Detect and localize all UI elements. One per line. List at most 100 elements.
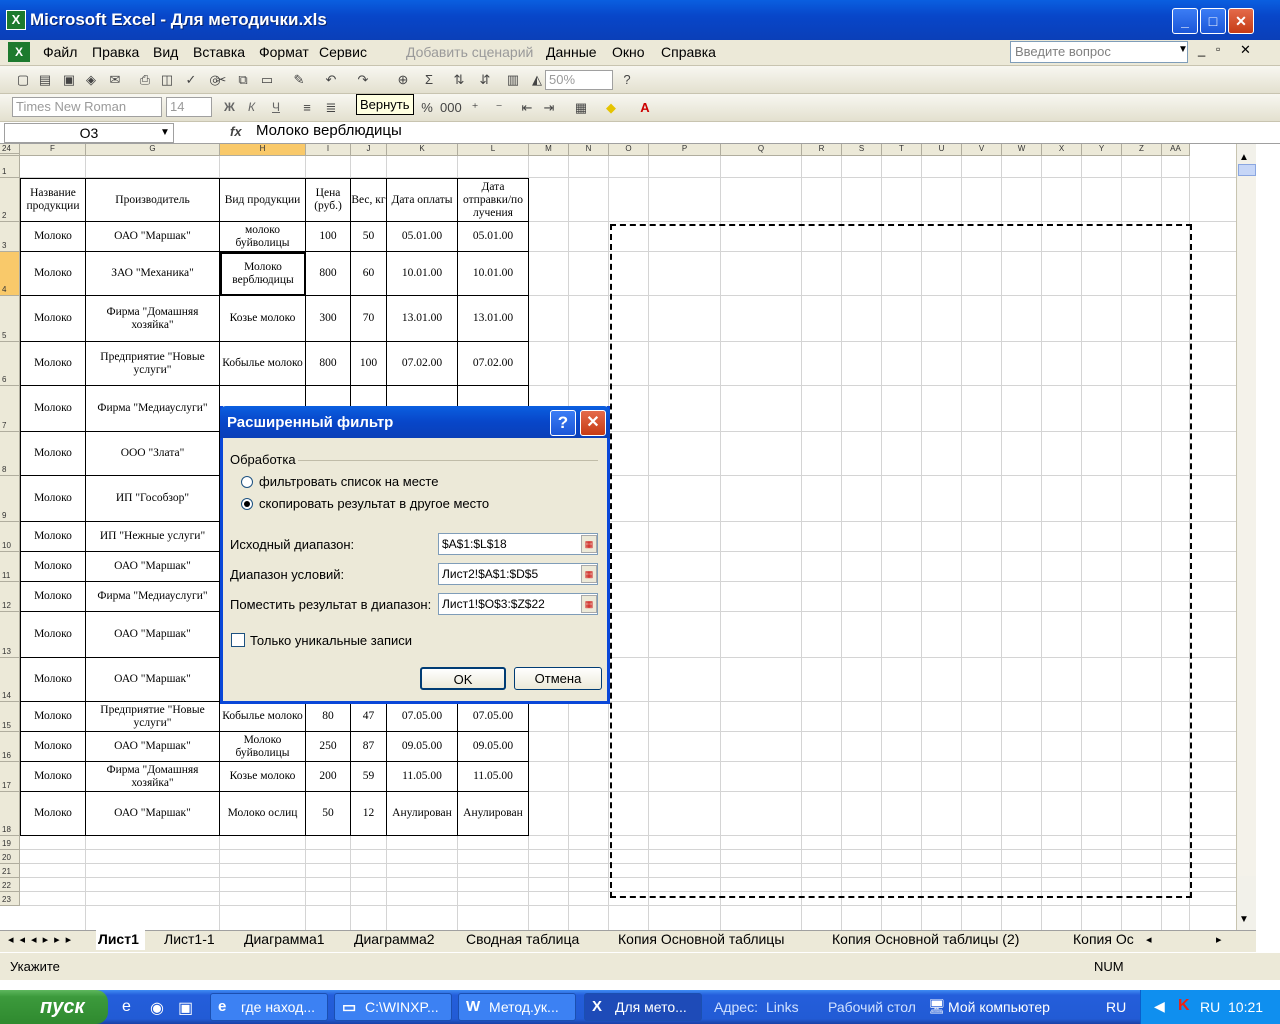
inc-indent-icon[interactable]: ⇥ <box>540 99 558 117</box>
print-icon[interactable]: ⎙ <box>136 71 154 89</box>
table-header-cell[interactable]: Дата оплаты <box>387 178 458 222</box>
table-cell[interactable]: Козье молоко <box>220 296 306 342</box>
radio1-label[interactable]: фильтровать список на месте <box>259 474 438 489</box>
row-header[interactable]: 12 <box>0 582 20 612</box>
table-cell[interactable]: Фирма "Медиауслуги" <box>86 582 220 612</box>
column-header[interactable]: K <box>387 144 458 156</box>
minimize-button[interactable]: _ <box>1172 8 1198 34</box>
table-cell[interactable]: 200 <box>306 762 351 792</box>
row-header[interactable]: 18 <box>0 792 20 836</box>
table-cell[interactable]: Молоко <box>20 522 86 552</box>
table-cell[interactable]: Молоко ослиц <box>220 792 306 836</box>
table-cell[interactable]: Фирма "Домашняя хозяйка" <box>86 762 220 792</box>
media-quicklaunch-icon[interactable]: ◉ <box>150 998 164 1018</box>
table-cell[interactable]: 11.05.00 <box>458 762 529 792</box>
table-cell[interactable]: 13.01.00 <box>458 296 529 342</box>
row-header[interactable]: 9 <box>0 476 20 522</box>
table-cell[interactable]: 50 <box>306 792 351 836</box>
row-header[interactable]: 14 <box>0 658 20 702</box>
column-header[interactable]: S <box>842 144 882 156</box>
ask-dropdown-icon[interactable]: ▼ <box>1178 44 1188 55</box>
row-header[interactable]: 15 <box>0 702 20 732</box>
table-header-cell[interactable]: Вид продукции <box>220 178 306 222</box>
column-header[interactable]: Y <box>1082 144 1122 156</box>
table-cell[interactable]: 250 <box>306 732 351 762</box>
row-header[interactable]: 7 <box>0 386 20 432</box>
title-bar[interactable]: X Microsoft Excel - Для методички.xls _ … <box>0 0 1280 40</box>
table-cell[interactable]: Молоко <box>20 386 86 432</box>
unique-records-label[interactable]: Только уникальные записи <box>250 633 412 648</box>
row-header[interactable]: 5 <box>0 296 20 342</box>
row-header[interactable]: 3 <box>0 222 20 252</box>
paste-icon[interactable]: ▭ <box>258 71 276 89</box>
dec-decimal-icon[interactable]: ⁻ <box>490 99 508 117</box>
table-cell[interactable]: Козье молоко <box>220 762 306 792</box>
links-toolbar[interactable]: Links <box>766 999 799 1015</box>
chart-icon[interactable]: ▥ <box>504 71 522 89</box>
tab-scroll-right-icon[interactable]: ▸ <box>1216 933 1222 946</box>
table-cell[interactable]: 05.01.00 <box>458 222 529 252</box>
menu-10[interactable]: Справка <box>661 44 716 60</box>
open-icon[interactable]: ▤ <box>36 71 54 89</box>
column-header[interactable]: U <box>922 144 962 156</box>
table-cell[interactable]: Молоко <box>20 476 86 522</box>
workbook-icon[interactable]: X <box>8 42 30 62</box>
desktop-toolbar[interactable]: Рабочий стол <box>828 999 916 1015</box>
column-header[interactable]: L <box>458 144 529 156</box>
new-icon[interactable]: ▢ <box>14 71 32 89</box>
table-cell[interactable]: ОАО "Маршак" <box>86 658 220 702</box>
volume-icon[interactable]: ◀ <box>1154 998 1165 1015</box>
font-combo[interactable]: Times New Roman <box>12 97 162 117</box>
cancel-button[interactable]: Отмена <box>514 667 602 690</box>
row-header[interactable]: 8 <box>0 432 20 476</box>
percent-icon[interactable]: % <box>418 99 436 117</box>
column-header[interactable]: O <box>609 144 649 156</box>
column-header[interactable]: P <box>649 144 721 156</box>
hyperlink-icon[interactable]: ⊕ <box>394 71 412 89</box>
row-header[interactable]: 22 <box>0 878 20 892</box>
tray-lang[interactable]: RU <box>1200 999 1220 1015</box>
sheet-tab[interactable]: Копия Ос <box>1073 930 1134 950</box>
row-header[interactable]: 16 <box>0 732 20 762</box>
table-cell[interactable]: Кобылье молоко <box>220 342 306 386</box>
column-header[interactable]: F <box>20 144 86 156</box>
table-cell[interactable]: 59 <box>351 762 387 792</box>
table-header-cell[interactable]: Название продукции <box>20 178 86 222</box>
table-cell[interactable]: Анулирован <box>387 792 458 836</box>
table-cell[interactable]: ОАО "Маршак" <box>86 612 220 658</box>
column-header[interactable]: R <box>802 144 842 156</box>
radio-filter-in-place[interactable] <box>241 476 253 488</box>
column-header[interactable]: J <box>351 144 387 156</box>
table-cell[interactable]: Молоко <box>20 792 86 836</box>
fx-icon[interactable]: fx <box>230 124 242 139</box>
maximize-button[interactable]: □ <box>1200 8 1226 34</box>
table-cell[interactable]: ОАО "Маршак" <box>86 222 220 252</box>
collapse-dialog-icon[interactable]: ▦ <box>581 595 597 613</box>
sort-asc-icon[interactable]: ⇅ <box>450 71 468 89</box>
column-header[interactable]: G <box>86 144 220 156</box>
dest-range-input[interactable]: Лист1!$O$3:$Z$22 <box>438 593 598 615</box>
menu-4[interactable]: Вставка <box>193 44 245 60</box>
table-cell[interactable]: 100 <box>351 342 387 386</box>
table-cell[interactable]: Молоко <box>20 732 86 762</box>
table-cell[interactable]: 07.05.00 <box>458 702 529 732</box>
ok-button[interactable]: OK <box>420 667 506 690</box>
copy-icon[interactable]: ⧉ <box>234 71 252 89</box>
menu-3[interactable]: Вид <box>153 44 178 60</box>
font-size-combo[interactable]: 14 <box>166 97 212 117</box>
table-cell[interactable]: Кобылье молоко <box>220 702 306 732</box>
row-header[interactable]: 2 <box>0 178 20 222</box>
column-header[interactable]: X <box>1042 144 1082 156</box>
doc-close-icon[interactable]: ✕ <box>1240 42 1251 58</box>
sheet-tab[interactable]: Лист1 <box>96 930 145 950</box>
criteria-range-input[interactable]: Лист2!$A$1:$D$5 <box>438 563 598 585</box>
scroll-track[interactable] <box>1238 176 1256 876</box>
table-cell[interactable]: ООО "Злата" <box>86 432 220 476</box>
row-header[interactable]: 10 <box>0 522 20 552</box>
column-header[interactable]: V <box>962 144 1002 156</box>
scroll-up-icon[interactable]: ▲ <box>1239 152 1249 163</box>
table-cell[interactable]: Предприятие "Новые услуги" <box>86 702 220 732</box>
row-header[interactable]: 6 <box>0 342 20 386</box>
row-header[interactable]: 17 <box>0 762 20 792</box>
cut-icon[interactable]: ✂ <box>212 71 230 89</box>
